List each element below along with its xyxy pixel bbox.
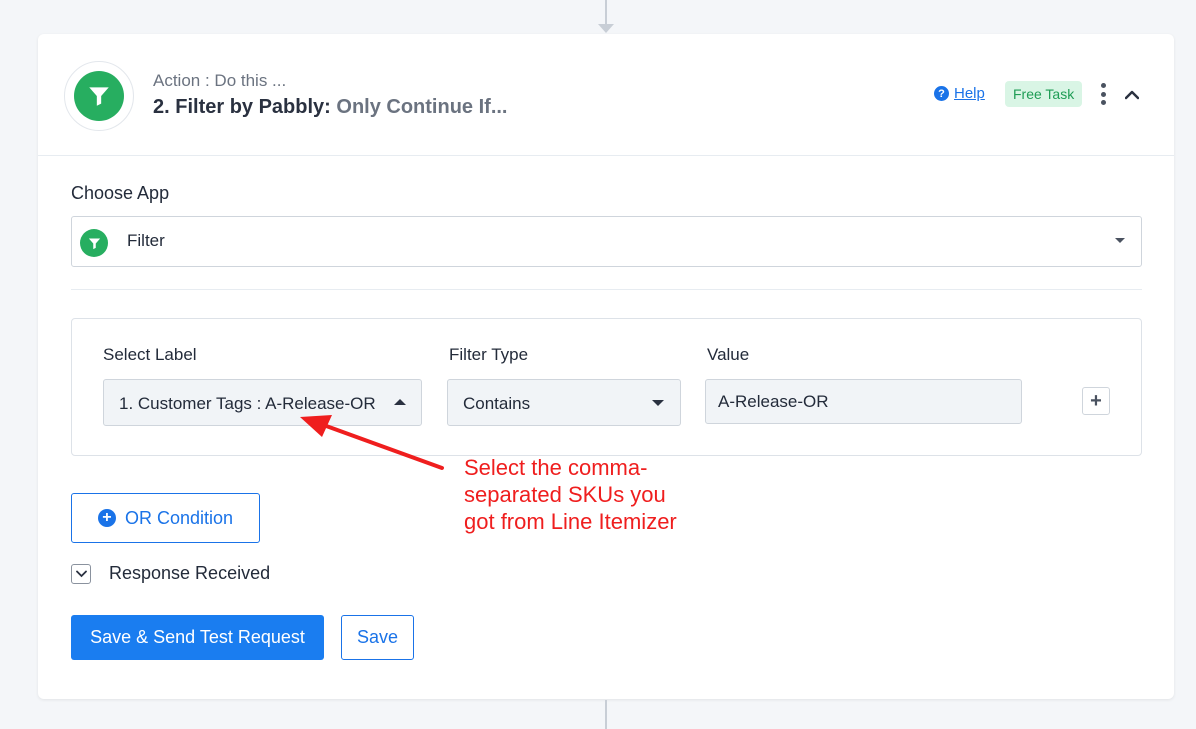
section-divider — [71, 289, 1142, 290]
annotation-note: Select the comma- separated SKUs you got… — [464, 454, 724, 535]
filter-icon — [74, 71, 124, 121]
select-label-value: 1. Customer Tags : A-Release-OR — [119, 394, 376, 413]
caret-down-icon — [652, 400, 664, 406]
value-title: Value — [707, 345, 750, 364]
step-subtitle: Action : Do this ... — [153, 71, 287, 90]
flow-connector-arrow — [598, 24, 614, 33]
or-condition-label: OR Condition — [124, 507, 234, 528]
response-received-label: Response Received — [109, 563, 271, 583]
filter-type-dropdown[interactable]: Contains — [447, 379, 681, 426]
or-condition-button[interactable]: + OR Condition — [71, 493, 260, 543]
flow-connector-bottom — [605, 700, 607, 729]
filter-condition-panel: Select Label 1. Customer Tags : A-Releas… — [71, 318, 1142, 456]
step-title-event: Only Continue If... — [330, 96, 508, 118]
filter-icon — [80, 229, 108, 257]
filter-type-value: Contains — [463, 394, 531, 413]
save-button[interactable]: Save — [341, 615, 414, 660]
annotation-line: got from Line Itemizer — [464, 509, 677, 534]
step-title[interactable]: 2. Filter by Pabbly: Only Continue If... — [153, 96, 508, 119]
action-step-card: Action : Do this ... 2. Filter by Pabbly… — [38, 34, 1174, 699]
annotation-line: separated SKUs you — [464, 482, 666, 507]
choose-app-value: Filter — [127, 231, 165, 250]
chevron-up-icon[interactable] — [1125, 88, 1139, 102]
question-circle-icon: ? — [934, 86, 949, 101]
annotation-line: Select the comma- — [464, 455, 648, 480]
caret-up-icon — [394, 399, 406, 405]
choose-app-label: Choose App — [71, 183, 170, 203]
caret-down-icon — [1115, 238, 1125, 243]
save-and-send-test-button[interactable]: Save & Send Test Request — [71, 615, 324, 660]
step-title-app: 2. Filter by Pabbly: — [153, 96, 331, 118]
card-header: Action : Do this ... 2. Filter by Pabbly… — [38, 34, 1174, 156]
app-logo — [64, 61, 134, 131]
choose-app-select[interactable]: Filter — [71, 216, 1142, 267]
response-received-toggle[interactable] — [71, 564, 91, 584]
help-link[interactable]: ? Help — [934, 85, 985, 102]
plus-circle-icon: + — [97, 509, 116, 527]
add-condition-button[interactable]: + — [1082, 387, 1110, 415]
free-task-badge: Free Task — [1005, 81, 1083, 107]
select-label-title: Select Label — [103, 345, 197, 364]
value-input[interactable] — [705, 379, 1022, 424]
filter-type-title: Filter Type — [449, 345, 529, 364]
select-label-dropdown[interactable]: 1. Customer Tags : A-Release-OR — [103, 379, 422, 426]
chevron-down-icon — [75, 570, 87, 578]
more-options-icon[interactable] — [1099, 83, 1107, 105]
help-label: Help — [954, 85, 985, 102]
